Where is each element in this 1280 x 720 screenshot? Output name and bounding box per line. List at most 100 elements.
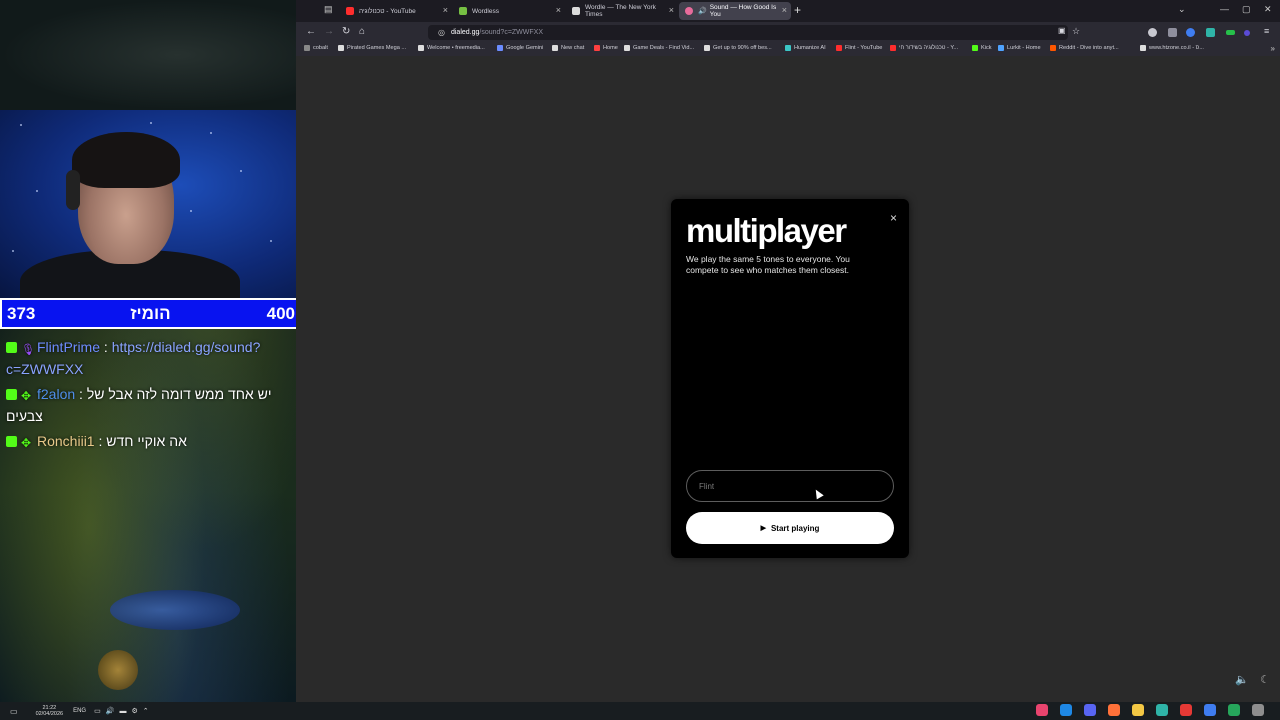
reader-view-icon[interactable]: ▣	[1058, 26, 1066, 35]
new-tab-icon[interactable]: +	[794, 3, 801, 17]
dark-mode-icon[interactable]: ☾	[1260, 674, 1270, 686]
player-name-input[interactable]	[686, 470, 894, 502]
kick-badge-icon	[6, 389, 17, 400]
tab-wordless[interactable]: Wordless ×	[453, 2, 565, 20]
mic-badge-icon: 🎙	[21, 344, 35, 356]
start-playing-button[interactable]: ▶ Start playing	[686, 512, 894, 544]
minimize-icon[interactable]: —	[1220, 4, 1229, 14]
bookmarks-overflow-icon[interactable]: »	[1271, 44, 1275, 53]
kick-badge-icon	[6, 342, 17, 353]
taskbar-tray: ▭ 21:22 02/04/2026 ENG ▭ 🔊 ▬ ⚙ ⌃	[10, 705, 154, 717]
bookmark-label: Lurkit - Home	[1007, 45, 1041, 51]
bookmark[interactable]: Reddit - Dive into anyt...	[1050, 45, 1119, 51]
bookmark[interactable]: cobalt	[304, 45, 328, 51]
bookmark[interactable]: Kick	[972, 45, 992, 51]
bookmark-star-icon[interactable]: ☆	[1072, 26, 1080, 37]
tab-overflow-icon[interactable]: ⌄	[1178, 4, 1186, 15]
tab-youtube[interactable]: טכנולוגיה - YouTube ×	[340, 2, 452, 20]
headset-icon	[66, 170, 80, 210]
app-file-explorer-icon[interactable]	[1132, 704, 1144, 716]
home-icon[interactable]: ⌂	[359, 26, 365, 37]
chat-message: 🎙 FlintPrime : https://dialed.gg/sound?c=…	[6, 336, 290, 380]
bookmark[interactable]: Humanize AI	[785, 45, 826, 51]
language-indicator[interactable]: ENG	[73, 708, 86, 714]
score-left: 373	[7, 303, 36, 323]
extension-green-icon[interactable]	[1226, 30, 1235, 35]
score-bar: 373 הומיז 400	[0, 298, 301, 329]
bookmark-favicon-icon	[594, 45, 600, 51]
bookmark-favicon-icon	[998, 45, 1004, 51]
bookmark[interactable]: New chat	[552, 45, 584, 51]
notifications-icon[interactable]: ▭	[10, 707, 18, 716]
close-icon[interactable]: ×	[890, 211, 897, 225]
tray-overflow-icon[interactable]: ⌃	[143, 708, 149, 715]
bookmark[interactable]: Pirated Games Mega ...	[338, 45, 406, 51]
network-icon[interactable]: ▭	[94, 708, 101, 715]
kick-badge-icon	[6, 436, 17, 447]
app-firefox-icon[interactable]	[1108, 704, 1120, 716]
extension-teal-icon[interactable]	[1206, 28, 1215, 37]
bookmark[interactable]: Game Deals - Find Vid...	[624, 45, 694, 51]
bookmarks-bar: cobalt Pirated Games Mega ... Welcome • …	[296, 43, 1280, 56]
bookmark[interactable]: Flint - YouTube	[836, 45, 882, 51]
close-tab-icon[interactable]: ×	[669, 5, 674, 15]
bookmark[interactable]: Home	[594, 45, 618, 51]
reload-icon[interactable]: ↻	[342, 26, 350, 37]
bookmark[interactable]: Google Gemini	[497, 45, 543, 51]
bookmark[interactable]: Lurkit - Home	[998, 45, 1041, 51]
app-diamond-icon[interactable]	[1204, 704, 1216, 716]
tab-list-icon[interactable]: ▤	[324, 4, 334, 16]
chat-message: ✥ Ronchiii1 : אה אוקיי חדש	[6, 430, 290, 452]
tab-sound[interactable]: 🔊 Sound — How Good Is You ×	[679, 2, 791, 20]
app-terminal-icon[interactable]	[1252, 704, 1264, 716]
app-media-player-icon[interactable]	[1036, 704, 1048, 716]
extension-purple-icon[interactable]	[1244, 30, 1250, 36]
account-icon[interactable]	[1148, 28, 1157, 37]
bookmark-label: www.htzone.co.il - ס...	[1149, 45, 1204, 51]
menu-icon[interactable]: ≡	[1264, 26, 1269, 36]
tab-wordle[interactable]: Wordle — The New York Times ×	[566, 2, 678, 20]
bookmark-favicon-icon	[624, 45, 630, 51]
settings-icon[interactable]: ⚙	[131, 708, 137, 715]
nyt-icon	[572, 7, 580, 15]
bookmark[interactable]: www.htzone.co.il - ס...	[1140, 45, 1204, 51]
close-tab-icon[interactable]: ×	[443, 5, 448, 15]
dialed-icon	[685, 7, 693, 15]
volume-icon[interactable]: 🔊	[106, 708, 115, 715]
maximize-icon[interactable]: ▢	[1242, 4, 1251, 15]
wordless-icon	[459, 7, 467, 15]
tab-label: Wordle — The New York Times	[585, 4, 656, 18]
tab-bar: ▤ טכנולוגיה - YouTube × Wordless × Wordl…	[296, 0, 1280, 22]
extensions-icon[interactable]	[1168, 28, 1177, 37]
stream-chat: 🎙 FlintPrime : https://dialed.gg/sound?c=…	[0, 336, 296, 455]
bookmark[interactable]: Get up to 90% off bes...	[704, 45, 772, 51]
app-chrome-icon[interactable]	[1180, 704, 1192, 716]
forward-icon[interactable]: →	[324, 26, 334, 37]
bookmark[interactable]: טכנולוגיה בשידור חי - Y...	[890, 45, 958, 51]
bookmark[interactable]: Welcome • freemedia...	[418, 45, 485, 51]
url-host: dialed.gg	[450, 29, 480, 36]
app-tablet-icon[interactable]	[1156, 704, 1168, 716]
close-tab-icon[interactable]: ×	[782, 5, 787, 15]
sound-toggle-icon[interactable]: 🔈	[1235, 674, 1249, 686]
back-icon[interactable]: ←	[306, 26, 316, 37]
site-info-icon[interactable]: ◎	[438, 28, 445, 37]
battery-icon[interactable]: ▬	[119, 708, 126, 715]
chat-username: f2alon	[37, 386, 76, 402]
close-tab-icon[interactable]: ×	[556, 5, 561, 15]
aquarium-background-top	[0, 0, 296, 110]
clock-date: 02/04/2026	[35, 711, 64, 717]
bookmark-label: cobalt	[313, 45, 328, 51]
app-steam-icon[interactable]	[1060, 704, 1072, 716]
app-green-icon[interactable]	[1228, 704, 1240, 716]
bookmark-favicon-icon	[497, 45, 503, 51]
app-discord-icon[interactable]	[1084, 704, 1096, 716]
clock[interactable]: 21:22 02/04/2026	[36, 705, 64, 717]
speaker-icon[interactable]: 🔊	[698, 7, 707, 15]
extension-blue-icon[interactable]	[1186, 28, 1195, 37]
bookmark-favicon-icon	[836, 45, 842, 51]
bookmark-favicon-icon	[785, 45, 791, 51]
address-bar[interactable]: ◎ dialed.gg/sound?c=ZWWFXX	[428, 25, 1068, 40]
bookmark-favicon-icon	[338, 45, 344, 51]
close-window-icon[interactable]: ✕	[1264, 4, 1272, 15]
